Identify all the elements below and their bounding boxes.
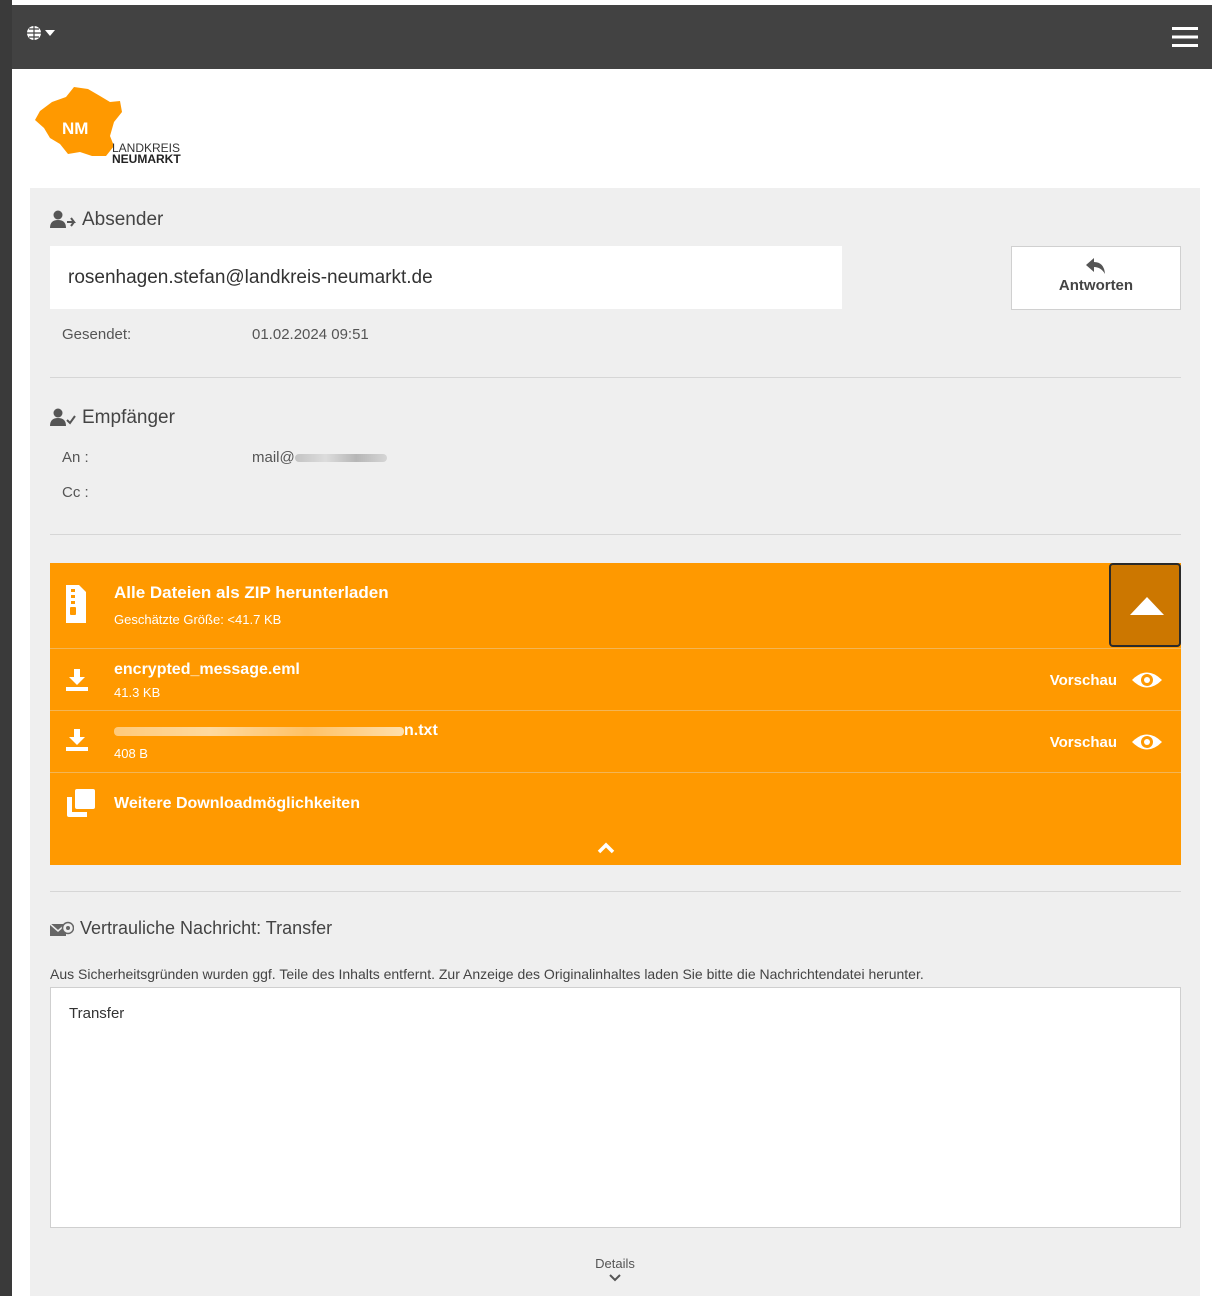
preview-label: Vorschau <box>1049 733 1117 751</box>
message-body-text: Transfer <box>69 1005 125 1022</box>
preview-link[interactable]: Vorschau <box>1050 669 1163 691</box>
left-edge-bar <box>0 0 12 1296</box>
collapse-downloads-button[interactable] <box>1109 563 1181 647</box>
file-row[interactable]: encrypted_message.eml 41.3 KB Vorschau <box>50 649 1181 711</box>
divider <box>50 377 1181 378</box>
file-row[interactable]: n.txt 408 B Vorschau <box>50 711 1181 773</box>
to-label: An : <box>62 449 89 466</box>
download-icon <box>66 729 88 751</box>
zip-size: Geschätzte Größe: <41.7 KB <box>114 612 282 627</box>
reply-button[interactable]: Antworten <box>1011 246 1181 310</box>
reply-icon <box>1086 258 1105 274</box>
divider <box>50 891 1181 892</box>
sent-label: Gesendet: <box>62 326 132 343</box>
language-selector[interactable] <box>26 25 55 41</box>
envelope-lock-icon <box>50 921 74 936</box>
redacted-filename <box>114 726 404 736</box>
to-value: mail@ <box>252 449 295 466</box>
user-send-icon <box>50 210 76 228</box>
details-toggle[interactable]: Details <box>565 1256 665 1286</box>
sent-value: 01.02.2024 09:51 <box>252 326 369 343</box>
download-panel: Alle Dateien als ZIP herunterladen Gesch… <box>50 563 1181 865</box>
recipients-title: Empfänger <box>82 407 175 428</box>
more-downloads-row[interactable]: Weitere Downloadmöglichkeiten <box>50 773 1181 865</box>
top-bar <box>12 5 1212 69</box>
logo-text: LANDKREIS NEUMARKT <box>112 142 181 166</box>
security-notice: Aus Sicherheitsgründen wurden ggf. Teile… <box>50 966 924 982</box>
cc-label: Cc : <box>62 484 89 501</box>
file-name: encrypted_message.eml <box>114 661 300 678</box>
details-label: Details <box>595 1256 635 1271</box>
download-icon <box>66 669 88 691</box>
eye-icon <box>1132 734 1162 750</box>
message-title: Vertrauliche Nachricht: Transfer <box>80 918 333 938</box>
to-field: mail@ <box>252 449 387 466</box>
preview-link[interactable]: Vorschau <box>1050 731 1163 753</box>
reply-label: Antworten <box>1058 277 1134 294</box>
file-name-field: n.txt <box>114 722 438 740</box>
preview-label: Vorschau <box>1049 671 1117 689</box>
chevron-down-icon <box>609 1274 621 1282</box>
copy-icon <box>67 789 95 817</box>
sender-email: rosenhagen.stefan@landkreis-neumarkt.de <box>50 246 842 309</box>
zip-download-row[interactable]: Alle Dateien als ZIP herunterladen Gesch… <box>50 563 1181 649</box>
file-size: 41.3 KB <box>114 685 161 700</box>
zip-download-label: Alle Dateien als ZIP herunterladen <box>114 583 389 602</box>
message-body: Transfer <box>50 987 1181 1228</box>
triangle-up-icon <box>1130 597 1164 615</box>
redacted-address <box>294 453 387 462</box>
chevron-up-icon[interactable] <box>597 842 615 854</box>
user-check-icon <box>50 408 76 426</box>
logo-abbr: NM <box>62 119 89 138</box>
file-name: n.txt <box>404 722 438 739</box>
divider <box>50 534 1181 535</box>
globe-icon <box>27 26 41 40</box>
caret-down-icon <box>45 30 55 36</box>
recipients-heading: Empfänger <box>50 407 175 429</box>
sender-title: Absender <box>82 209 164 230</box>
eye-icon <box>1132 672 1162 688</box>
more-downloads-label: Weitere Downloadmöglichkeiten <box>114 795 360 812</box>
sender-heading: Absender <box>50 209 163 231</box>
logo-line2: NEUMARKT <box>112 152 181 166</box>
zip-file-icon <box>66 585 86 623</box>
file-size: 408 B <box>114 746 148 761</box>
hamburger-icon[interactable] <box>1172 26 1198 48</box>
message-heading: Vertrauliche Nachricht: Transfer <box>50 918 332 939</box>
